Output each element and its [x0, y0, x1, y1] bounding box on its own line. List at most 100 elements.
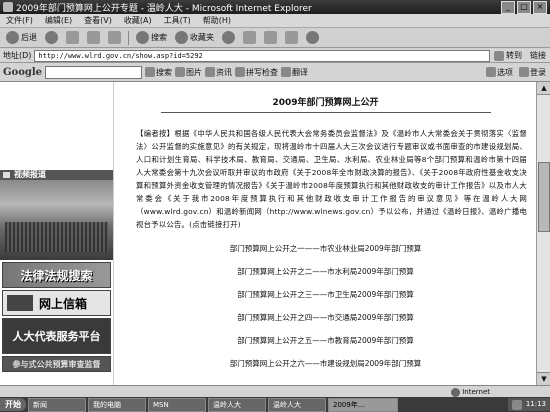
- signin-icon: [519, 67, 529, 77]
- google-news-button[interactable]: 资讯: [205, 67, 232, 78]
- history-icon: [222, 31, 235, 44]
- google-options-label: 选项: [497, 67, 513, 77]
- deputy-service-banner[interactable]: 人大代表服务平台: [2, 318, 111, 354]
- google-translate-button[interactable]: 翻译: [281, 67, 308, 78]
- favorites-label: 收藏夹: [190, 33, 214, 42]
- back-arrow-icon: [6, 31, 19, 44]
- security-zone: Internet: [451, 387, 490, 397]
- maximize-button[interactable]: □: [517, 0, 531, 14]
- favorites-button[interactable]: 收藏夹: [172, 30, 217, 45]
- zone-label: Internet: [462, 388, 490, 396]
- menu-favorites[interactable]: 收藏(A): [118, 15, 158, 26]
- online-mailbox-label: 网上信箱: [39, 296, 88, 311]
- google-options-button[interactable]: 选项: [486, 67, 513, 78]
- menu-view[interactable]: 查看(V): [78, 15, 118, 26]
- envelope-icon: [7, 295, 33, 311]
- toolbar-divider: [128, 30, 129, 45]
- forward-arrow-icon: [45, 31, 58, 44]
- taskbar-item-active[interactable]: 2009年...: [328, 397, 398, 412]
- taskbar-item[interactable]: MSN: [148, 397, 206, 412]
- taskbar-item[interactable]: 新闻: [28, 397, 86, 412]
- address-input[interactable]: http://www.wlrd.gov.cn/show.asp?id=5292: [34, 49, 490, 62]
- taskbar: 开始 新闻 我的电脑 MSN 温岭人大 温岭人大 2009年... 11:13: [0, 397, 550, 412]
- home-icon: [108, 31, 121, 44]
- window-title-bar: 2009年部门预算网上公开专题 - 温岭人大 - Microsoft Inter…: [0, 0, 550, 14]
- minimize-button[interactable]: _: [501, 0, 515, 14]
- budget-link-2[interactable]: 部门预算网上公开之二——市水利局2009年部门预算: [114, 260, 536, 283]
- mail-button[interactable]: [240, 30, 259, 45]
- window-controls: _ □ ×: [501, 0, 547, 14]
- google-signin-button[interactable]: 登录: [519, 67, 546, 78]
- google-translate-label: 翻译: [292, 67, 309, 77]
- google-toolbar: Google 搜索 图片 资讯 拼写检查 翻译 选项 登录: [0, 63, 550, 82]
- article-area: 2009年部门预算网上公开 【编者按】根据《中华人民共和国各级人民代表大会常务委…: [113, 82, 536, 385]
- vertical-scrollbar[interactable]: ▲ ▼: [536, 82, 550, 385]
- budget-link-list: 部门预算网上公开之一——市农业林业局2009年部门预算 部门预算网上公开之二——…: [114, 237, 536, 375]
- video-thumbnail[interactable]: [0, 180, 113, 260]
- ie-icon: [3, 2, 13, 12]
- mail-icon: [243, 31, 256, 44]
- forward-button[interactable]: [42, 30, 61, 45]
- menu-tools[interactable]: 工具(T): [158, 15, 197, 26]
- google-images-label: 图片: [186, 67, 203, 77]
- page-viewport: 视频报道 法律法规搜索 网上信箱 人大代表服务平台 参与式公共预算审查监督 20…: [0, 82, 536, 385]
- messenger-button[interactable]: [303, 30, 322, 45]
- budget-link-4[interactable]: 部门预算网上公开之四——市交通局2009年部门预算: [114, 306, 536, 329]
- google-search-input[interactable]: [45, 65, 143, 79]
- wrench-icon: [486, 67, 496, 77]
- menu-help[interactable]: 帮助(H): [197, 15, 237, 26]
- budget-link-1[interactable]: 部门预算网上公开之一——市农业林业局2009年部门预算: [114, 237, 536, 260]
- refresh-button[interactable]: [84, 30, 103, 45]
- search-button[interactable]: 搜索: [133, 30, 170, 45]
- close-button[interactable]: ×: [533, 0, 547, 14]
- print-icon: [264, 31, 277, 44]
- google-search-button[interactable]: 搜索: [145, 67, 172, 78]
- scroll-down-button[interactable]: ▼: [537, 372, 550, 385]
- edit-icon: [285, 31, 298, 44]
- go-button[interactable]: 转到: [490, 50, 526, 61]
- start-button[interactable]: 开始: [0, 398, 26, 411]
- left-sidebar: 视频报道 法律法规搜索 网上信箱 人大代表服务平台 参与式公共预算审查监督: [0, 82, 113, 385]
- editor-note: 【编者按】根据《中华人民共和国各级人民代表大会常务委员会监督法》及《温岭市人大常…: [136, 129, 527, 229]
- print-button[interactable]: [261, 30, 280, 45]
- address-bar: 地址(D) http://www.wlrd.gov.cn/show.asp?id…: [0, 49, 550, 63]
- clock: 11:13: [525, 400, 546, 408]
- taskbar-item[interactable]: 温岭人大: [208, 397, 266, 412]
- google-toolbar-right: 选项 登录: [486, 67, 550, 78]
- budget-link-5[interactable]: 部门预算网上公开之五——市教育局2009年部门预算: [114, 329, 536, 352]
- taskbar-item[interactable]: 我的电脑: [88, 397, 146, 412]
- menu-file[interactable]: 文件(F): [0, 15, 39, 26]
- browser-toolbar: 后退 搜索 收藏夹: [0, 28, 550, 48]
- budget-link-3[interactable]: 部门预算网上公开之三——市卫生局2009年部门预算: [114, 283, 536, 306]
- google-logo[interactable]: Google: [0, 67, 42, 78]
- menu-edit[interactable]: 编辑(E): [39, 15, 78, 26]
- edit-button[interactable]: [282, 30, 301, 45]
- images-icon: [175, 67, 186, 77]
- system-tray: 11:13: [507, 398, 550, 411]
- online-mailbox-banner[interactable]: 网上信箱: [2, 290, 111, 316]
- globe-icon: [451, 387, 461, 397]
- law-search-banner[interactable]: 法律法规搜索: [2, 262, 111, 288]
- budget-review-banner[interactable]: 参与式公共预算审查监督: [2, 356, 111, 372]
- links-label[interactable]: 链接: [526, 50, 550, 61]
- menu-bar: 文件(F) 编辑(E) 查看(V) 收藏(A) 工具(T) 帮助(H): [0, 14, 550, 28]
- google-images-button[interactable]: 图片: [175, 67, 202, 78]
- messenger-icon: [306, 31, 319, 44]
- google-news-label: 资讯: [216, 67, 233, 77]
- title-divider: [160, 112, 491, 113]
- window-title: 2009年部门预算网上公开专题 - 温岭人大 - Microsoft Inter…: [16, 3, 312, 14]
- go-arrow-icon: [494, 50, 504, 61]
- news-icon: [205, 67, 216, 77]
- scroll-thumb[interactable]: [538, 162, 550, 232]
- budget-link-6[interactable]: 部门预算网上公开之六——市建设规划局2009年部门预算: [114, 352, 536, 375]
- home-button[interactable]: [105, 30, 124, 45]
- google-spellcheck-button[interactable]: 拼写检查: [235, 67, 278, 78]
- stop-button[interactable]: [63, 30, 82, 45]
- scroll-up-button[interactable]: ▲: [537, 82, 550, 95]
- address-label: 地址(D): [3, 51, 32, 60]
- meeting-hall-image: [5, 222, 108, 252]
- back-button[interactable]: 后退: [3, 30, 40, 45]
- history-button[interactable]: [219, 30, 238, 45]
- taskbar-item[interactable]: 温岭人大: [268, 397, 326, 412]
